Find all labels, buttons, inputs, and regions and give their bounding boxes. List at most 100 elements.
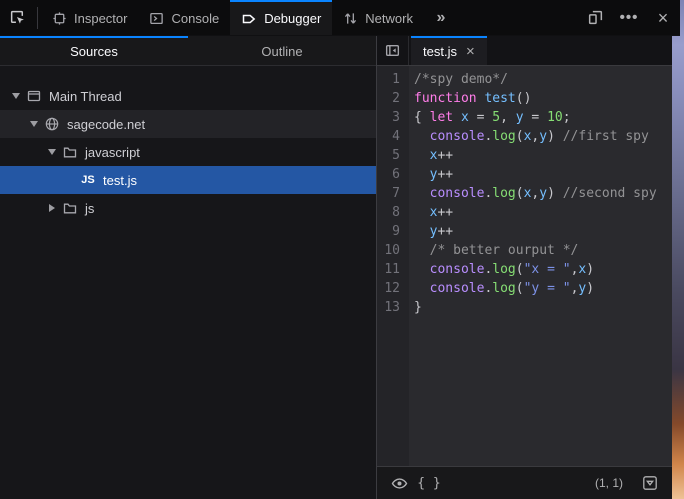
line-number[interactable]: 4 (377, 127, 409, 146)
code-text: /*spy demo*/ (409, 70, 508, 89)
code-line: 8 x++ (377, 203, 672, 222)
cursor-position: (1, 1) (595, 476, 623, 490)
pick-element-icon (9, 9, 26, 26)
code-line: 1/*spy demo*/ (377, 70, 672, 89)
editor-tab-label: test.js (423, 44, 457, 59)
tab-console[interactable]: Console (138, 0, 230, 35)
tree-item-label: javascript (85, 145, 140, 160)
tab-label: Network (365, 11, 413, 26)
line-number[interactable]: 1 (377, 70, 409, 89)
line-number[interactable]: 8 (377, 203, 409, 222)
code-text: y++ (409, 165, 453, 184)
code-line: 11 console.log("x = ",x) (377, 260, 672, 279)
meatball-menu-icon: ••• (620, 9, 639, 26)
code-text: { let x = 5, y = 10; (409, 108, 571, 127)
tree-item-javascript[interactable]: javascript (0, 138, 376, 166)
code-text: /* better ourput */ (409, 241, 578, 260)
code-line: 10 /* better ourput */ (377, 241, 672, 260)
js-icon: JS (80, 172, 96, 188)
tab-label: Sources (70, 44, 118, 59)
devtools-window: Inspector Console Debugger (0, 0, 684, 499)
line-number[interactable]: 7 (377, 184, 409, 203)
toolbar-separator (37, 7, 38, 29)
folder-icon (62, 144, 78, 160)
tab-network[interactable]: Network (332, 0, 424, 35)
code-text: console.log(x,y) //first spy (409, 127, 649, 146)
source-editor-panel: test.js × 1/*spy demo*/2function test()3… (377, 36, 672, 499)
editor-tabbar: test.js × (377, 36, 672, 66)
responsive-design-button[interactable] (578, 0, 612, 35)
code-line: 5 x++ (377, 146, 672, 165)
line-number[interactable]: 2 (377, 89, 409, 108)
line-number[interactable]: 13 (377, 298, 409, 317)
line-number[interactable]: 9 (377, 222, 409, 241)
tab-label: Debugger (264, 11, 321, 26)
network-icon (343, 11, 358, 26)
debugger-icon (241, 11, 257, 27)
pick-element-button[interactable] (0, 0, 34, 35)
pretty-print-button[interactable]: { } (416, 471, 442, 495)
more-tabs-button[interactable]: » (424, 0, 458, 35)
sources-sidebar: Sources Outline Main Thread sagecode.net j… (0, 36, 377, 499)
editor-tab-testjs[interactable]: test.js × (411, 36, 487, 65)
sidebar-tabbar: Sources Outline (0, 36, 376, 66)
inspector-icon (52, 11, 67, 26)
tree-item-main-thread[interactable]: Main Thread (0, 82, 376, 110)
line-number[interactable]: 6 (377, 165, 409, 184)
code-editor[interactable]: 1/*spy demo*/2function test()3{ let x = … (377, 66, 672, 466)
meatball-menu-button[interactable]: ••• (612, 0, 646, 35)
tab-outline[interactable]: Outline (188, 36, 376, 65)
globe-icon (44, 116, 60, 132)
line-number[interactable]: 3 (377, 108, 409, 127)
code-line: 12 console.log("y = ",y) (377, 279, 672, 298)
tree-item-test-js[interactable]: JS test.js (0, 166, 376, 194)
code-text: function test() (409, 89, 531, 108)
code-line: 13} (377, 298, 672, 317)
expand-panel-icon (642, 475, 658, 491)
tab-debugger[interactable]: Debugger (230, 0, 332, 35)
eye-icon (391, 475, 408, 492)
code-line: 3{ let x = 5, y = 10; (377, 108, 672, 127)
close-icon: × (658, 9, 669, 27)
chevron-down-icon[interactable] (44, 149, 60, 155)
chevron-down-icon[interactable] (8, 93, 24, 99)
watch-expression-button[interactable] (386, 471, 412, 495)
collapse-sources-pane-button[interactable] (377, 36, 409, 65)
tree-item-label: test.js (103, 173, 137, 188)
desktop-wallpaper-strip (672, 0, 684, 499)
line-number[interactable]: 12 (377, 279, 409, 298)
line-number[interactable]: 10 (377, 241, 409, 260)
line-number[interactable]: 5 (377, 146, 409, 165)
expand-panel-button[interactable] (637, 471, 663, 495)
code-text: console.log(x,y) //second spy (409, 184, 657, 203)
code-text: x++ (409, 203, 453, 222)
code-text: x++ (409, 146, 453, 165)
code-line: 6 y++ (377, 165, 672, 184)
tree-item-label: Main Thread (49, 89, 122, 104)
tab-label: Inspector (74, 11, 127, 26)
tree-item-label: sagecode.net (67, 117, 145, 132)
code-line: 9 y++ (377, 222, 672, 241)
code-text: y++ (409, 222, 453, 241)
code-line: 2function test() (377, 89, 672, 108)
line-number[interactable]: 11 (377, 260, 409, 279)
folder-icon (62, 200, 78, 216)
sources-tree: Main Thread sagecode.net javascript JS test.… (0, 66, 376, 499)
close-tab-icon[interactable]: × (466, 44, 475, 59)
tab-inspector[interactable]: Inspector (41, 0, 138, 35)
braces-icon: { } (417, 476, 440, 491)
collapse-sidebar-icon (384, 42, 401, 59)
tree-item-js[interactable]: js (0, 194, 376, 222)
code-text: } (409, 298, 422, 317)
console-icon (149, 11, 164, 26)
close-devtools-button[interactable]: × (646, 0, 680, 35)
code-text: console.log("x = ",x) (409, 260, 594, 279)
chevron-right-icon[interactable] (44, 204, 60, 212)
chevron-double-right-icon: » (437, 9, 446, 27)
responsive-design-icon (587, 9, 604, 26)
devtools-main: Sources Outline Main Thread sagecode.net j… (0, 36, 672, 499)
chevron-down-icon[interactable] (26, 121, 42, 127)
tree-item-sagecode-net[interactable]: sagecode.net (0, 110, 376, 138)
tab-sources[interactable]: Sources (0, 36, 188, 65)
code-text: console.log("y = ",y) (409, 279, 594, 298)
